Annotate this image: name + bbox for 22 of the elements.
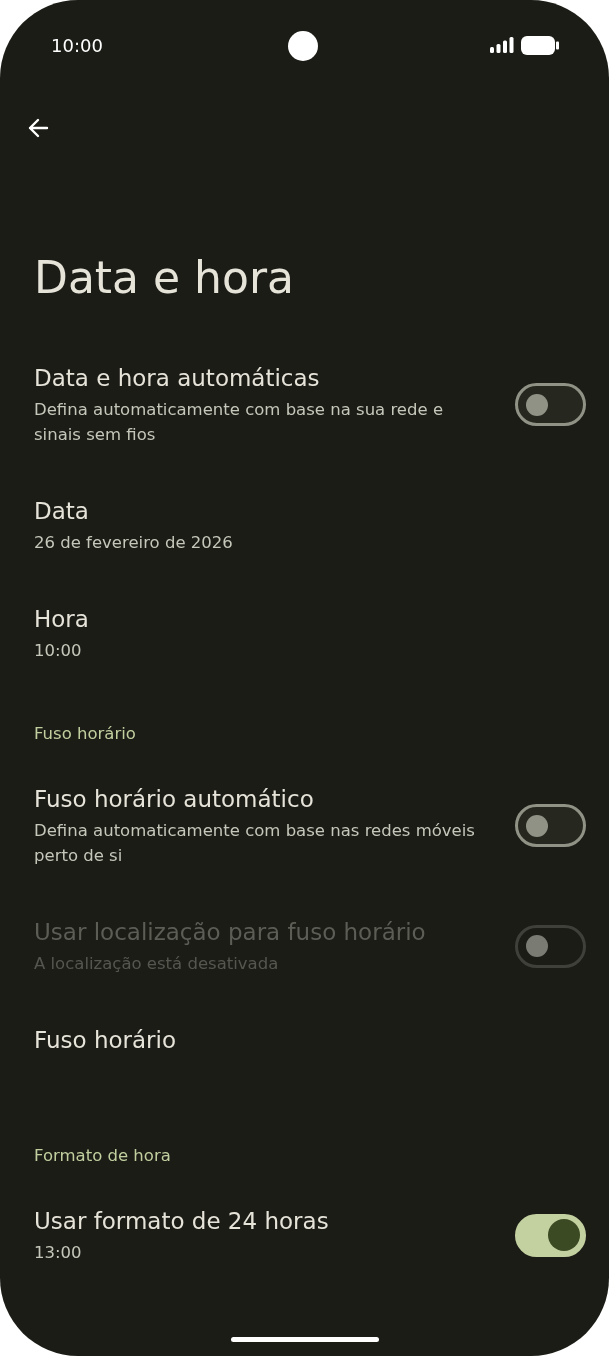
back-arrow-icon — [26, 116, 50, 140]
section-header: Formato de hora — [33, 1145, 172, 1167]
setting-title[interactable]: Fuso horário automático — [34, 783, 495, 815]
setting-summary: 13:00 — [34, 1242, 83, 1264]
setting-summary: 26 de fevereiro de 2026 — [34, 532, 234, 554]
camera-cutout — [288, 31, 318, 61]
setting-summary: A localização está desativada — [34, 953, 280, 975]
setting-title[interactable]: Fuso horário — [34, 1024, 586, 1056]
signal-icon — [490, 37, 514, 53]
status-time: 10:00 — [51, 34, 103, 56]
setting-summary: Defina automaticamente com base nas redes móveis perto de si — [34, 820, 476, 867]
section-header: Fuso horário — [33, 723, 137, 745]
setting-summary: Defina automaticamente com base na sua rede e sinais sem fios — [34, 399, 445, 446]
toggle-switch[interactable] — [515, 383, 586, 426]
setting-title[interactable]: Data — [34, 495, 586, 527]
battery-icon — [521, 35, 559, 55]
page-title: Data e hora — [34, 251, 295, 305]
toggle-switch[interactable] — [515, 804, 586, 847]
setting-title[interactable]: Usar formato de 24 horas — [34, 1205, 495, 1237]
setting-summary: 10:00 — [34, 640, 83, 662]
setting-title[interactable]: Hora — [34, 603, 586, 635]
setting-title[interactable]: Data e hora automáticas — [34, 362, 495, 394]
